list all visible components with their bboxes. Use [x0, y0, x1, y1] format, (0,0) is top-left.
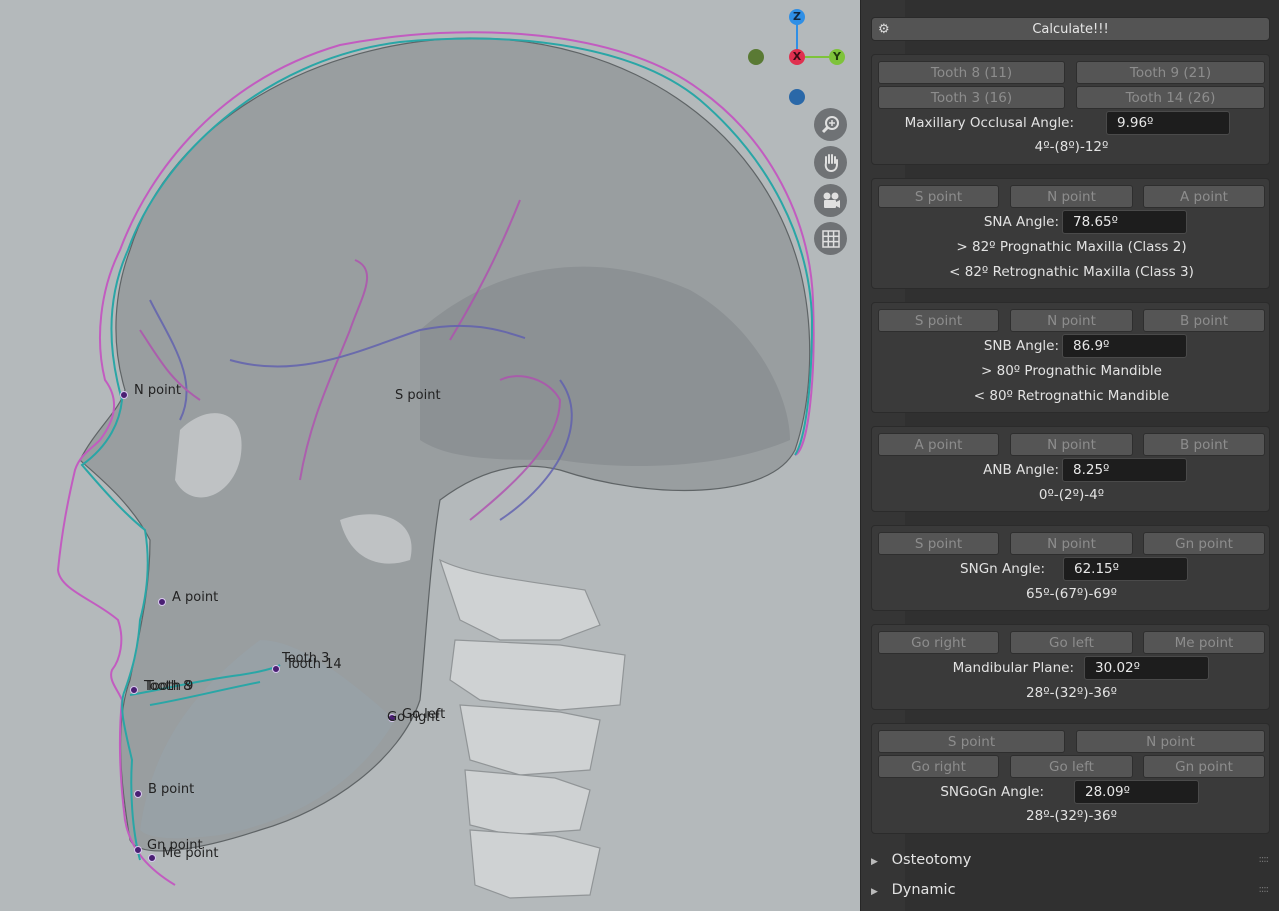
camera-icon: [823, 192, 840, 208]
landmark-dot-a[interactable]: [158, 598, 166, 606]
snb-n-point-button[interactable]: N point: [1010, 309, 1133, 332]
gizmo-y-axis[interactable]: Y: [829, 49, 845, 65]
mandibular-plane-value[interactable]: 30.02º: [1084, 656, 1209, 680]
landmark-dot-b[interactable]: [134, 790, 142, 798]
pan-button[interactable]: [814, 146, 847, 179]
mandibular-plane-norm: 28º-(32º)-36º: [1026, 685, 1117, 701]
expand-triangle-icon: ▶: [871, 857, 878, 867]
sngogn-angle-label: SNGoGn Angle:: [940, 784, 1044, 800]
mp-me-point-button[interactable]: Me point: [1143, 631, 1265, 654]
maxillary-occlusal-value[interactable]: 9.96º: [1106, 111, 1230, 135]
sngn-n-point-button[interactable]: N point: [1010, 532, 1133, 555]
mp-go-left-button[interactable]: Go left: [1010, 631, 1133, 654]
drag-grip-icon[interactable]: ::::: [1259, 876, 1270, 904]
dynamic-panel-header[interactable]: ▶ Dynamic ::::: [871, 876, 1270, 904]
sidebar-panel: ⚙ Calculate!!! Tooth 8 (11) Tooth 9 (21)…: [860, 0, 1279, 911]
zoom-button[interactable]: [814, 108, 847, 141]
sna-s-point-button[interactable]: S point: [878, 185, 999, 208]
tooth-14-button[interactable]: Tooth 14 (26): [1076, 86, 1265, 109]
panel-sngogn: S point N point Go right Go left Gn poin…: [871, 723, 1270, 834]
sngogn-norm: 28º-(32º)-36º: [1026, 808, 1117, 824]
maxillary-occlusal-label: Maxillary Occlusal Angle:: [904, 115, 1074, 131]
landmark-dot-me[interactable]: [148, 854, 156, 862]
anb-b-point-button[interactable]: B point: [1143, 433, 1265, 456]
sngn-s-point-button[interactable]: S point: [878, 532, 999, 555]
landmark-label-b: B point: [148, 782, 195, 797]
panel-anb: A point N point B point ANB Angle: 8.25º…: [871, 426, 1270, 512]
sna-angle-value[interactable]: 78.65º: [1062, 210, 1187, 234]
osteotomy-panel-label: Osteotomy: [891, 852, 972, 868]
landmark-dots: [120, 391, 396, 862]
hand-pan-icon: [824, 153, 838, 172]
dynamic-panel-label: Dynamic: [891, 882, 956, 898]
tooth-9-button[interactable]: Tooth 9 (21): [1076, 61, 1265, 84]
anb-angle-value[interactable]: 8.25º: [1062, 458, 1187, 482]
anb-norm: 0º-(2º)-4º: [1038, 487, 1105, 503]
sngn-angle-label: SNGn Angle:: [960, 561, 1045, 577]
sna-a-point-button[interactable]: A point: [1143, 185, 1265, 208]
gizmo-x-axis[interactable]: X: [789, 49, 805, 65]
grid-button[interactable]: [814, 222, 847, 255]
landmark-label-n: N point: [134, 383, 182, 398]
mandibular-plane-label: Mandibular Plane:: [952, 660, 1074, 676]
landmark-label-a: A point: [172, 590, 219, 605]
sngogn-gn-point-button[interactable]: Gn point: [1143, 755, 1265, 778]
landmark-label-tooth9: Tooth 9: [146, 679, 194, 694]
sngn-angle-value[interactable]: 62.15º: [1063, 557, 1188, 581]
calculate-button[interactable]: ⚙ Calculate!!!: [871, 17, 1270, 41]
snb-note-prognathic: > 80º Prognathic Mandible: [981, 363, 1162, 379]
osteotomy-panel-header[interactable]: ▶ Osteotomy ::::: [871, 846, 1270, 874]
anb-a-point-button[interactable]: A point: [878, 433, 999, 456]
landmark-dot-n[interactable]: [120, 391, 128, 399]
maxillary-occlusal-norm: 4º-(8º)-12º: [1034, 139, 1109, 155]
tooth-8-button[interactable]: Tooth 8 (11): [878, 61, 1065, 84]
sngogn-s-point-button[interactable]: S point: [878, 730, 1065, 753]
landmark-dot-tooth3[interactable]: [272, 665, 280, 673]
landmark-label-go-right: Go right: [387, 710, 440, 725]
anb-n-point-button[interactable]: N point: [1010, 433, 1133, 456]
sngogn-go-right-button[interactable]: Go right: [878, 755, 999, 778]
sngn-norm: 65º-(67º)-69º: [1026, 586, 1117, 602]
panel-maxillary-occlusal: Tooth 8 (11) Tooth 9 (21) Tooth 3 (16) T…: [871, 54, 1270, 165]
landmark-label-s: S point: [395, 388, 441, 403]
landmark-label-tooth14: Tooth 14: [286, 657, 342, 672]
snb-s-point-button[interactable]: S point: [878, 309, 999, 332]
snb-angle-label: SNB Angle:: [983, 338, 1059, 354]
landmark-label-me: Me point: [162, 846, 219, 861]
grid-icon: [821, 229, 840, 248]
mp-go-right-button[interactable]: Go right: [878, 631, 999, 654]
drag-grip-icon[interactable]: ::::: [1259, 846, 1270, 874]
snb-note-retrognathic: < 80º Retrognathic Mandible: [973, 388, 1170, 404]
gear-icon: ⚙: [878, 22, 890, 37]
snb-angle-value[interactable]: 86.9º: [1062, 334, 1187, 358]
sngogn-go-left-button[interactable]: Go left: [1010, 755, 1133, 778]
sngn-gn-point-button[interactable]: Gn point: [1143, 532, 1265, 555]
panel-snb: S point N point B point SNB Angle: 86.9º…: [871, 302, 1270, 413]
sngogn-angle-value[interactable]: 28.09º: [1074, 780, 1199, 804]
gizmo-neg-y-axis[interactable]: [748, 49, 764, 65]
panel-sna: S point N point A point SNA Angle: 78.65…: [871, 178, 1270, 289]
sna-note-retrognathic: < 82º Retrognathic Maxilla (Class 3): [949, 264, 1194, 280]
gizmo-neg-z-axis[interactable]: [789, 89, 805, 105]
sna-note-prognathic: > 82º Prognathic Maxilla (Class 2): [956, 239, 1187, 255]
gizmo-z-axis[interactable]: Z: [789, 9, 805, 25]
3d-viewport[interactable]: N point S point A point Tooth 3 Tooth 14…: [0, 0, 860, 911]
panel-mandibular-plane: Go right Go left Me point Mandibular Pla…: [871, 624, 1270, 710]
anb-angle-label: ANB Angle:: [983, 462, 1059, 478]
zoom-icon: [821, 115, 839, 133]
landmark-dot-gn[interactable]: [134, 846, 142, 854]
landmark-dot-tooth8[interactable]: [130, 686, 138, 694]
snb-b-point-button[interactable]: B point: [1143, 309, 1265, 332]
tooth-3-button[interactable]: Tooth 3 (16): [878, 86, 1065, 109]
panel-sngn: S point N point Gn point SNGn Angle: 62.…: [871, 525, 1270, 611]
sna-n-point-button[interactable]: N point: [1010, 185, 1133, 208]
camera-button[interactable]: [814, 184, 847, 217]
sngogn-n-point-button[interactable]: N point: [1076, 730, 1265, 753]
calculate-button-label: Calculate!!!: [1032, 22, 1109, 37]
sna-angle-label: SNA Angle:: [983, 214, 1059, 230]
expand-triangle-icon: ▶: [871, 887, 878, 897]
